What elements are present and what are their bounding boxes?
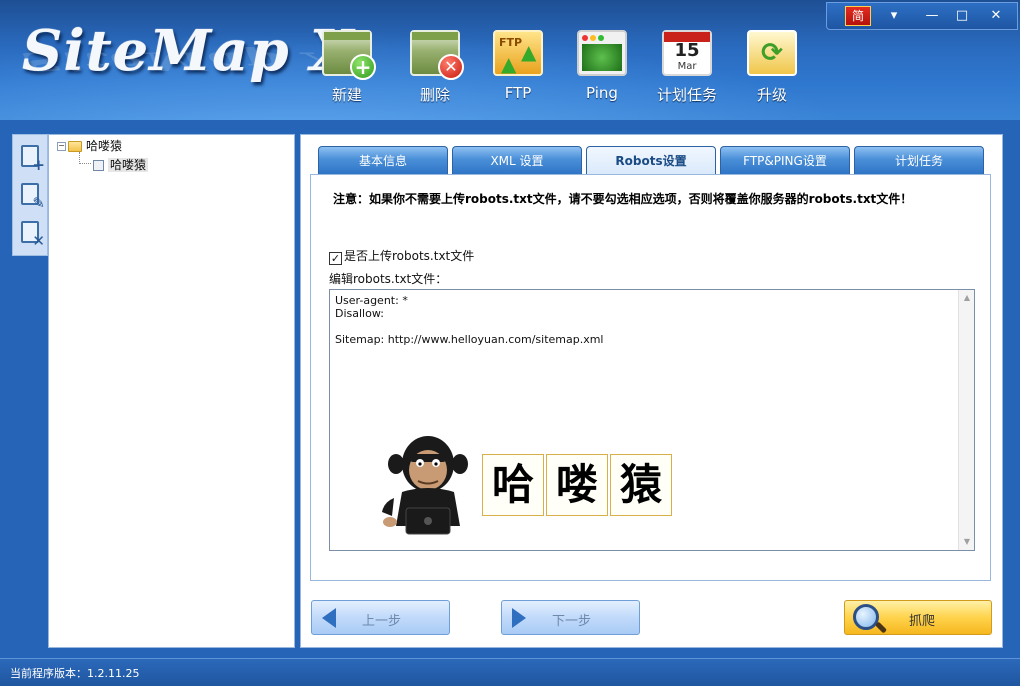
tab-schedule[interactable]: 计划任务	[854, 146, 984, 174]
tab-xml-settings[interactable]: XML 设置	[452, 146, 582, 174]
remove-icon: ✕	[438, 54, 464, 80]
edit-site-button[interactable]: ✎	[19, 181, 45, 212]
pencil-icon: ✎	[32, 194, 45, 212]
ftp-button-label: FTP	[504, 84, 532, 102]
sidebar-actions: + ✎ ✕	[12, 134, 48, 256]
ping-button[interactable]: Ping	[562, 30, 642, 108]
maximize-icon[interactable]: □	[949, 6, 975, 26]
delete-project-icon: ✕	[410, 30, 464, 80]
upgrade-button[interactable]: ⟳ 升级	[732, 30, 812, 108]
green-dot-icon	[598, 35, 604, 41]
tab-basic-info[interactable]: 基本信息	[318, 146, 448, 174]
calendar-icon: 15 Mar	[662, 30, 712, 76]
yellow-dot-icon	[590, 35, 596, 41]
app-header: SiteMap X SiteMap X + 新建 ✕ 删除 FTP ▲ ▲ FT…	[0, 0, 1020, 120]
arrow-right-icon	[512, 608, 526, 628]
delete-button[interactable]: ✕ 删除	[395, 30, 475, 108]
robots-content[interactable]: User-agent: * Disallow: Sitemap: http://…	[335, 294, 604, 346]
ftp-icon: FTP ▲ ▲	[493, 30, 543, 76]
magnifier-handle	[874, 621, 888, 634]
tab-robots-settings[interactable]: Robots设置	[586, 146, 716, 175]
vertical-scrollbar[interactable]: ▲ ▼	[958, 290, 974, 550]
new-button-label: 新建	[331, 86, 362, 104]
robots-textarea[interactable]: User-agent: * Disallow: Sitemap: http://…	[329, 289, 975, 551]
site-tree: − 哈喽猿 哈喽猿	[48, 134, 295, 648]
upload-robots-checkbox[interactable]: ✓	[329, 252, 342, 265]
refresh-icon: ⟳	[747, 30, 797, 76]
version-label: 当前程序版本：1.2.11.25	[10, 667, 140, 680]
tab-ftp-ping-settings[interactable]: FTP&PING设置	[720, 146, 850, 174]
scroll-down-icon[interactable]: ▼	[959, 534, 974, 550]
ping-spider-icon	[577, 30, 627, 76]
robots-notice: 注意：如果你不需要上传robots.txt文件，请不要勾选相应选项，否则将覆盖你…	[333, 192, 913, 206]
dropdown-menu-icon[interactable]: ▾	[881, 6, 907, 26]
arrow-left-icon	[322, 608, 336, 628]
tree-connector	[79, 152, 91, 164]
calendar-month: Mar	[677, 61, 697, 72]
next-step-label: 下一步	[552, 614, 592, 629]
minimize-icon[interactable]: —	[919, 6, 945, 26]
settings-panel: 基本信息 XML 设置 Robots设置 FTP&PING设置 计划任务 注意：…	[300, 134, 1003, 648]
watermark-char-2: 喽	[546, 454, 608, 516]
delete-button-label: 删除	[419, 86, 450, 104]
plus-icon: +	[350, 54, 376, 80]
status-bar: 当前程序版本：1.2.11.25	[0, 658, 1020, 686]
previous-step-button[interactable]: 上一步	[311, 600, 450, 635]
close-icon[interactable]: ✕	[983, 6, 1009, 26]
ftp-icon-label: FTP	[499, 36, 523, 49]
upgrade-button-label: 升级	[756, 86, 787, 104]
add-site-button[interactable]: +	[19, 143, 45, 174]
new-project-icon: +	[322, 30, 376, 80]
watermark-char-1: 哈	[482, 454, 544, 516]
robots-tab-content: 注意：如果你不需要上传robots.txt文件，请不要勾选相应选项，否则将覆盖你…	[310, 174, 991, 581]
red-dot-icon	[582, 35, 588, 41]
schedule-button[interactable]: 15 Mar 计划任务	[647, 30, 727, 108]
tree-root-label: 哈喽猿	[86, 139, 123, 153]
crawl-label: 抓爬	[909, 614, 936, 629]
schedule-button-label: 计划任务	[656, 86, 717, 104]
plus-icon: +	[32, 156, 45, 174]
crawl-button[interactable]: 抓爬	[844, 600, 992, 635]
monkey-mascot-image	[382, 436, 468, 535]
upload-robots-label: 是否上传robots.txt文件	[344, 249, 475, 263]
folder-icon	[68, 141, 82, 152]
upload-arrow-icon: ▲	[521, 40, 537, 64]
collapse-icon[interactable]: −	[57, 142, 66, 151]
new-button[interactable]: + 新建	[307, 30, 387, 108]
remove-site-button[interactable]: ✕	[19, 219, 45, 250]
ping-button-label: Ping	[586, 84, 618, 102]
ftp-button[interactable]: FTP ▲ ▲ FTP	[478, 30, 558, 108]
language-button[interactable]: 简	[845, 6, 871, 26]
scroll-up-icon[interactable]: ▲	[959, 290, 974, 306]
window-controls: 简 ▾ — □ ✕	[826, 2, 1018, 30]
app-logo-reflection: SiteMap X	[22, 46, 346, 76]
upload-arrow-icon: ▲	[501, 52, 517, 76]
watermark-char-3: 猿	[610, 454, 672, 516]
upload-robots-option[interactable]: ✓ 是否上传robots.txt文件	[329, 247, 474, 265]
page-icon	[93, 160, 104, 171]
next-step-button[interactable]: 下一步	[501, 600, 640, 635]
x-icon: ✕	[32, 232, 45, 250]
calendar-day: 15	[674, 40, 700, 61]
edit-robots-label: 编辑robots.txt文件：	[329, 272, 448, 286]
previous-step-label: 上一步	[362, 614, 402, 629]
tree-child-label: 哈喽猿	[108, 158, 149, 172]
tree-node-child[interactable]: 哈喽猿	[93, 157, 149, 173]
